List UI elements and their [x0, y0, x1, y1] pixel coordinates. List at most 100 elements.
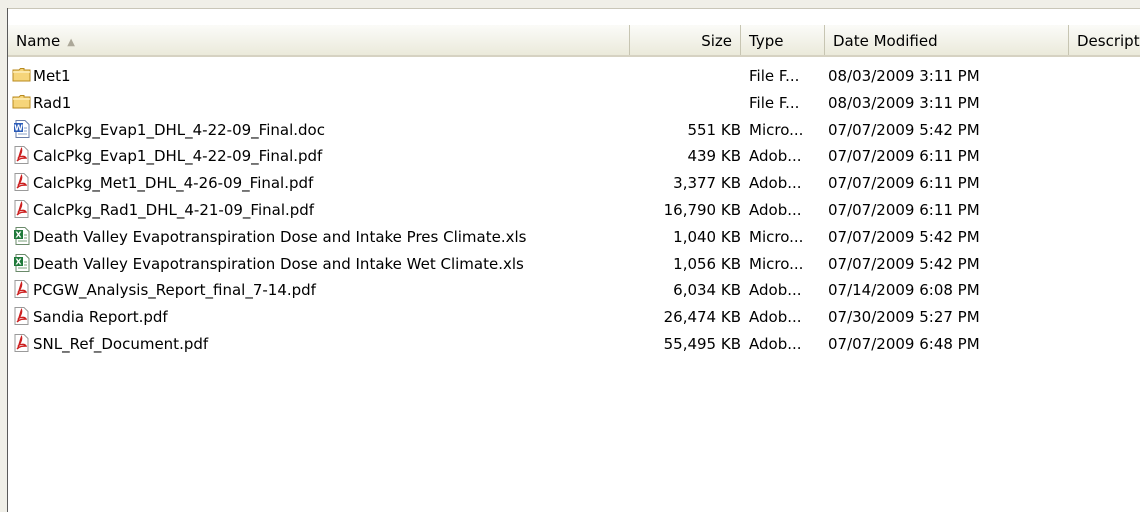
- file-date-modified: 07/07/2009 5:42 PM: [828, 254, 980, 273]
- file-description: [1071, 117, 1140, 144]
- file-type: Adob...: [749, 147, 802, 166]
- file-size: 16,790 KB: [663, 200, 741, 219]
- file-type: Adob...: [749, 174, 802, 193]
- file-row[interactable]: Met1 File F... 08/03/2009 3:11 PM: [8, 63, 1140, 90]
- window-top-frame: [0, 0, 1140, 9]
- column-header-name-label: Name: [16, 32, 61, 50]
- column-header-size[interactable]: Size: [630, 25, 741, 55]
- file-size: 1,040 KB: [673, 227, 741, 246]
- file-type: File F...: [749, 67, 800, 85]
- pdf-icon: [12, 279, 32, 299]
- file-name: Met1: [33, 67, 71, 85]
- column-header-bar: Name ▲ Size Type Date Modified Descript: [8, 24, 1140, 57]
- file-name: SNL_Ref_Document.pdf: [33, 334, 209, 353]
- pdf-icon: [12, 306, 32, 326]
- file-description: [1071, 63, 1140, 90]
- file-date-modified: 07/07/2009 6:48 PM: [828, 334, 980, 353]
- file-date-modified: 07/07/2009 6:11 PM: [828, 200, 980, 219]
- column-header-name[interactable]: Name ▲: [8, 25, 630, 55]
- file-name-cell: CalcPkg_Met1_DHL_4-26-09_Final.pdf: [12, 170, 622, 197]
- file-description: [1071, 277, 1140, 304]
- file-name-cell: SNL_Ref_Document.pdf: [12, 331, 622, 358]
- file-name-cell: Rad1: [12, 90, 622, 117]
- file-date-modified: 07/07/2009 6:11 PM: [828, 147, 980, 166]
- file-name-cell: PCGW_Analysis_Report_final_7-14.pdf: [12, 277, 622, 304]
- sort-ascending-icon: ▲: [67, 37, 75, 48]
- file-name-cell: Sandia Report.pdf: [12, 304, 622, 331]
- file-type: Adob...: [749, 308, 802, 327]
- file-name-cell: CalcPkg_Rad1_DHL_4-21-09_Final.pdf: [12, 197, 622, 224]
- svg-text:X: X: [15, 230, 22, 239]
- pdf-icon: [12, 333, 32, 353]
- file-type: Adob...: [749, 200, 802, 219]
- column-header-size-label: Size: [701, 32, 732, 50]
- file-description: [1071, 304, 1140, 331]
- file-name: Rad1: [33, 93, 72, 112]
- pdf-icon: [12, 172, 32, 192]
- file-description: [1071, 224, 1140, 251]
- file-name-cell: Met1: [12, 63, 622, 90]
- file-name-cell: X Death Valley Evapotranspiration Dose an…: [12, 224, 622, 251]
- file-row[interactable]: W CalcPkg_Evap1_DHL_4-22-09_Final.doc 551 …: [8, 117, 1140, 144]
- file-row[interactable]: Sandia Report.pdf 26,474 KB Adob... 07/30/2…: [8, 304, 1140, 331]
- file-list: Met1 File F... 08/03/2009 3:11 PM Rad1 File …: [8, 63, 1140, 358]
- file-row[interactable]: PCGW_Analysis_Report_final_7-14.pdf 6,034…: [8, 277, 1140, 304]
- file-type: File F...: [749, 93, 800, 112]
- file-name: PCGW_Analysis_Report_final_7-14.pdf: [33, 281, 316, 300]
- file-date-modified: 07/07/2009 5:42 PM: [828, 120, 980, 139]
- folder-icon: [12, 92, 32, 112]
- column-header-date-modified[interactable]: Date Modified: [825, 25, 1069, 55]
- file-date-modified: 07/30/2009 5:27 PM: [828, 308, 980, 327]
- file-size: 551 KB: [687, 120, 741, 139]
- svg-text:X: X: [15, 257, 22, 266]
- file-type: Micro...: [749, 120, 804, 139]
- file-row[interactable]: CalcPkg_Evap1_DHL_4-22-09_Final.pdf 439 K…: [8, 143, 1140, 170]
- file-date-modified: 07/14/2009 6:08 PM: [828, 281, 980, 300]
- column-header-date-label: Date Modified: [833, 32, 938, 50]
- file-row[interactable]: X Death Valley Evapotranspiration Dose an…: [8, 224, 1140, 251]
- file-description: [1071, 251, 1140, 278]
- file-size: 55,495 KB: [663, 334, 741, 353]
- file-date-modified: 07/07/2009 6:11 PM: [828, 174, 980, 193]
- file-row[interactable]: CalcPkg_Met1_DHL_4-26-09_Final.pdf 3,377 …: [8, 170, 1140, 197]
- file-description: [1071, 90, 1140, 117]
- word-doc-icon: W: [12, 119, 32, 139]
- excel-icon: X: [12, 226, 32, 246]
- file-row[interactable]: Rad1 File F... 08/03/2009 3:11 PM: [8, 90, 1140, 117]
- file-date-modified: 07/07/2009 5:42 PM: [828, 227, 980, 246]
- file-size: [630, 90, 741, 117]
- file-row[interactable]: CalcPkg_Rad1_DHL_4-21-09_Final.pdf 16,790…: [8, 197, 1140, 224]
- column-header-description-label: Descript: [1077, 32, 1140, 50]
- file-name-cell: X Death Valley Evapotranspiration Dose an…: [12, 251, 622, 278]
- file-size: [630, 63, 741, 90]
- file-size: 439 KB: [687, 147, 741, 166]
- file-name: CalcPkg_Evap1_DHL_4-22-09_Final.doc: [33, 120, 325, 139]
- file-description: [1071, 143, 1140, 170]
- svg-text:W: W: [14, 123, 23, 132]
- file-date-modified: 08/03/2009 3:11 PM: [828, 67, 980, 85]
- file-size: 3,377 KB: [673, 174, 741, 193]
- file-name-cell: W CalcPkg_Evap1_DHL_4-22-09_Final.doc: [12, 117, 622, 144]
- file-date-modified: 08/03/2009 3:11 PM: [828, 93, 980, 112]
- file-name: CalcPkg_Rad1_DHL_4-21-09_Final.pdf: [33, 200, 315, 219]
- file-type: Micro...: [749, 254, 804, 273]
- file-name: Death Valley Evapotranspiration Dose and…: [33, 227, 527, 246]
- file-size: 26,474 KB: [663, 308, 741, 327]
- folder-icon: [12, 65, 32, 85]
- file-name: CalcPkg_Met1_DHL_4-26-09_Final.pdf: [33, 174, 314, 193]
- file-type: Micro...: [749, 227, 804, 246]
- file-row[interactable]: X Death Valley Evapotranspiration Dose an…: [8, 251, 1140, 278]
- column-header-type-label: Type: [749, 32, 784, 50]
- file-description: [1071, 197, 1140, 224]
- file-name: Death Valley Evapotranspiration Dose and…: [33, 254, 524, 273]
- file-name-cell: CalcPkg_Evap1_DHL_4-22-09_Final.pdf: [12, 143, 622, 170]
- file-size: 6,034 KB: [673, 281, 741, 300]
- column-header-type[interactable]: Type: [741, 25, 825, 55]
- file-description: [1071, 170, 1140, 197]
- excel-icon: X: [12, 253, 32, 273]
- pdf-icon: [12, 199, 32, 219]
- column-header-description[interactable]: Descript: [1069, 25, 1140, 55]
- file-row[interactable]: SNL_Ref_Document.pdf 55,495 KB Adob... 07/0…: [8, 331, 1140, 358]
- file-type: Adob...: [749, 281, 802, 300]
- file-type: Adob...: [749, 334, 802, 353]
